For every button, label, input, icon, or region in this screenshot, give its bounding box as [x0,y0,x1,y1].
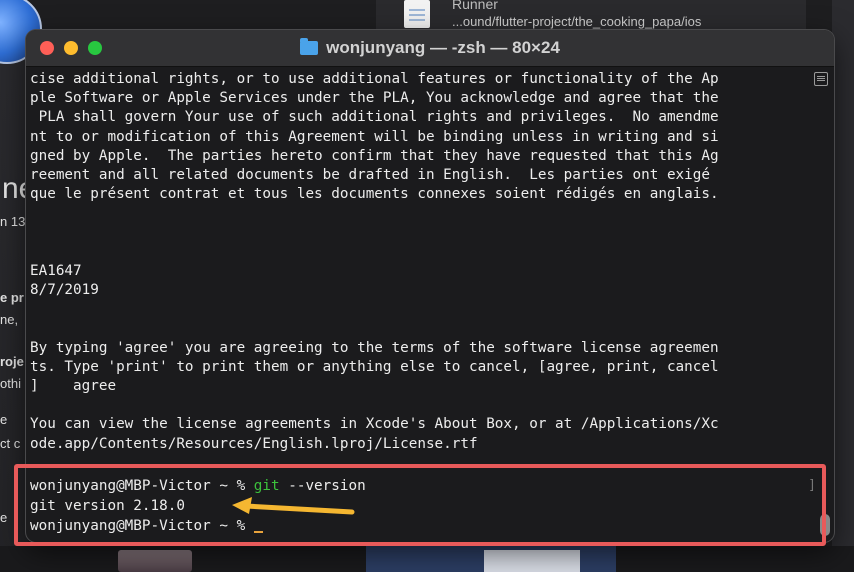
background-text-fragment: ne, [0,312,19,327]
document-icon [404,0,430,28]
terminal-line: PLA shall govern Your use of such additi… [30,109,719,126]
annotation-arrow [232,497,355,515]
terminal-line: nt to or modification of this Agreement … [30,128,719,145]
background-text-fragment: ct c [0,436,21,451]
terminal-line: que le présent contrat et tous les docum… [30,186,719,203]
terminal-line: cise additional rights, or to use additi… [30,71,719,87]
background-text-fragment: n 13 [0,214,26,229]
terminal-line: 8/7/2019 [30,282,99,299]
highlight-box [14,464,826,546]
background-text-fragment: e [0,510,8,525]
background-thumbnail [484,550,580,572]
background-dock-area [0,546,854,572]
arrow-shaft [243,503,355,515]
terminal-line: ] agree [30,378,117,394]
background-path: ...ound/flutter-project/the_cooking_papa… [452,14,702,29]
background-text-fragment: e [0,412,8,427]
background-thumbnail [118,550,192,572]
background-text-fragment: othi [0,376,21,391]
background-window-right [832,0,854,572]
terminal-line: reement and all related documents be dra… [30,166,710,183]
terminal-line: ple Software or Apple Services under the… [30,90,719,107]
terminal-line: You can view the license agreements in X… [30,416,719,433]
terminal-line: By typing 'agree' you are agreeing to th… [30,339,719,356]
terminal-line: ode.app/Contents/Resources/English.lproj… [30,435,478,452]
runner-label: Runner [452,0,498,12]
background-text-fragment: e pr [0,290,24,305]
terminal-line: gned by Apple. The parties hereto confir… [30,147,719,164]
title-bar[interactable]: wonjunyang — -zsh — 80×24 [26,30,834,67]
window-title: wonjunyang — -zsh — 80×24 [326,38,560,57]
arrow-head [232,497,252,514]
background-text-fragment: roje [0,354,24,369]
marks-icon[interactable] [814,72,828,86]
window-title-group: wonjunyang — -zsh — 80×24 [26,30,834,66]
terminal-line: ts. Type 'print' to print them or anythi… [30,358,719,375]
terminal-line: EA1647 [30,262,82,279]
folder-icon [300,38,319,55]
